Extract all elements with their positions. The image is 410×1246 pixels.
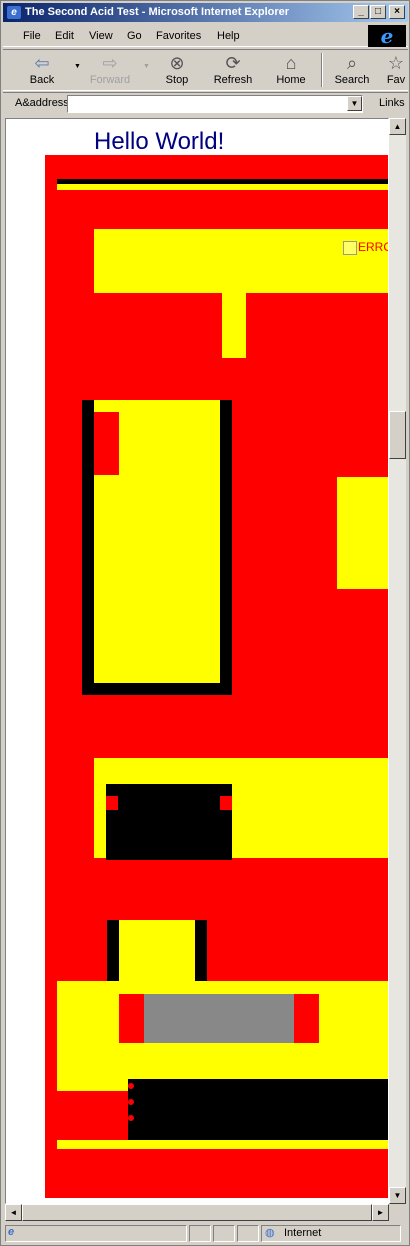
- vertical-scroll-thumb[interactable]: [389, 411, 406, 459]
- horizontal-scrollbar[interactable]: ◄ ►: [5, 1204, 389, 1221]
- horizontal-scroll-thumb[interactable]: [22, 1204, 372, 1221]
- yellow-bottom-stripe: [57, 1140, 388, 1149]
- forward-arrow-icon: ⇨: [102, 53, 118, 73]
- menu-help[interactable]: Help: [217, 30, 240, 42]
- close-button[interactable]: ×: [389, 5, 405, 19]
- black-box: [106, 784, 232, 860]
- forward-button[interactable]: ⇨ Forward: [85, 52, 135, 90]
- red-marker-right: [220, 796, 232, 810]
- address-dropdown-icon[interactable]: ▼: [347, 96, 362, 111]
- vertical-scrollbar[interactable]: ▲ ▼: [389, 118, 406, 1204]
- toolbar: ⇦ Back ⇨ Forward ⊗ Stop ⟳ Refresh ⌂ Home…: [3, 49, 408, 91]
- red-dot: [128, 1115, 134, 1121]
- address-input[interactable]: [67, 95, 363, 113]
- yellow-cap: [119, 920, 195, 982]
- menu-view[interactable]: View: [89, 30, 113, 42]
- yellow-stem: [222, 293, 246, 358]
- maximize-button[interactable]: □: [370, 5, 386, 19]
- menu-file[interactable]: File: [23, 30, 41, 42]
- error-text: ERRO: [358, 240, 388, 254]
- home-icon: ⌂: [285, 53, 297, 73]
- toolbar-separator: [321, 53, 323, 87]
- scroll-right-icon[interactable]: ►: [372, 1204, 389, 1221]
- favorites-icon: ☆: [387, 53, 405, 73]
- page-status-icon: e: [8, 1226, 15, 1238]
- favorites-label: Fav: [386, 74, 406, 86]
- red-notch: [94, 412, 119, 475]
- home-label: Home: [276, 74, 306, 86]
- ie-page-icon: e: [7, 6, 21, 19]
- status-bar: e ◍ Internet: [3, 1223, 408, 1244]
- stop-label: Stop: [165, 74, 189, 86]
- favorites-button[interactable]: ☆ Fav: [383, 52, 409, 90]
- window-title: The Second Acid Test - Microsoft Interne…: [25, 6, 290, 18]
- stop-icon: ⊗: [169, 53, 185, 73]
- menu-go[interactable]: Go: [127, 30, 142, 42]
- page-heading: Hello World!: [94, 128, 225, 155]
- refresh-button[interactable]: ⟳ Refresh: [209, 52, 257, 90]
- search-icon: ⌕: [346, 53, 358, 73]
- internet-zone-icon: ◍: [265, 1227, 275, 1239]
- red-dot: [128, 1083, 134, 1089]
- scroll-down-icon[interactable]: ▼: [389, 1187, 406, 1204]
- page-viewport: Hello World! ERRO: [5, 118, 389, 1204]
- browser-window: e The Second Acid Test - Microsoft Inter…: [0, 0, 410, 1246]
- forward-label: Forward: [89, 74, 131, 86]
- address-label: A&address: [15, 97, 69, 109]
- back-button[interactable]: ⇦ Back: [19, 52, 65, 90]
- status-pane: [237, 1225, 259, 1242]
- menu-bar: File Edit View Go Favorites Help: [3, 25, 408, 47]
- status-pane: [213, 1225, 235, 1242]
- red-marker-left: [106, 796, 118, 810]
- search-button[interactable]: ⌕ Search: [331, 52, 373, 90]
- menu-favorites[interactable]: Favorites: [156, 30, 201, 42]
- error-image-icon: [343, 241, 357, 255]
- refresh-icon: ⟳: [225, 53, 241, 73]
- gray-block: [144, 994, 294, 1043]
- title-bar: e The Second Acid Test - Microsoft Inter…: [3, 3, 408, 22]
- yellow-side-block: [337, 477, 388, 589]
- scroll-left-icon[interactable]: ◄: [5, 1204, 22, 1221]
- address-bar: A&address ▼ Links: [3, 92, 408, 114]
- status-main-pane: e: [5, 1225, 187, 1242]
- scroll-up-icon[interactable]: ▲: [389, 118, 406, 135]
- search-label: Search: [334, 74, 370, 86]
- links-button[interactable]: Links: [379, 97, 405, 109]
- menu-edit[interactable]: Edit: [55, 30, 74, 42]
- red-cut: [244, 858, 388, 871]
- black-lower-bar: [128, 1079, 388, 1140]
- yellow-banner: [94, 229, 388, 293]
- forward-dropdown-icon[interactable]: ▼: [143, 63, 150, 70]
- back-dropdown-icon[interactable]: ▼: [74, 63, 81, 70]
- red-dot: [128, 1099, 134, 1105]
- zone-label: Internet: [284, 1227, 322, 1239]
- ie-logo-icon: e: [368, 25, 406, 47]
- back-label: Back: [29, 74, 55, 86]
- stop-button[interactable]: ⊗ Stop: [157, 52, 197, 90]
- zone-pane: ◍ Internet: [261, 1225, 401, 1242]
- refresh-label: Refresh: [213, 74, 253, 86]
- yellow-stripe: [57, 184, 388, 190]
- back-arrow-icon: ⇦: [34, 53, 50, 73]
- home-button[interactable]: ⌂ Home: [271, 52, 311, 90]
- red-left-patch: [57, 1091, 128, 1140]
- status-pane: [189, 1225, 211, 1242]
- minimize-button[interactable]: _: [353, 5, 369, 19]
